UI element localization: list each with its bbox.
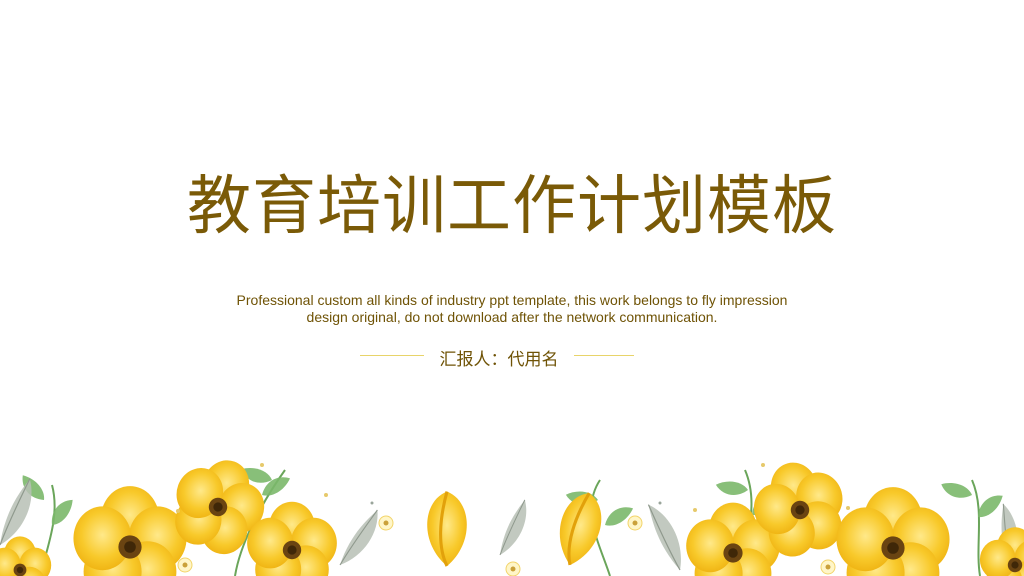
divider-left	[360, 355, 424, 356]
slide-title: 教育培训工作计划模板	[187, 169, 837, 244]
divider-right	[574, 355, 634, 356]
floral-border-icon	[0, 455, 1024, 576]
slide: 教育培训工作计划模板 Professional custom all kinds…	[0, 0, 1024, 576]
reporter-row: 汇报人：代用名	[0, 345, 1024, 370]
reporter-label: 汇报人：代用名	[439, 350, 559, 370]
slide-subtitle: Professional custom all kinds of industr…	[236, 292, 788, 325]
